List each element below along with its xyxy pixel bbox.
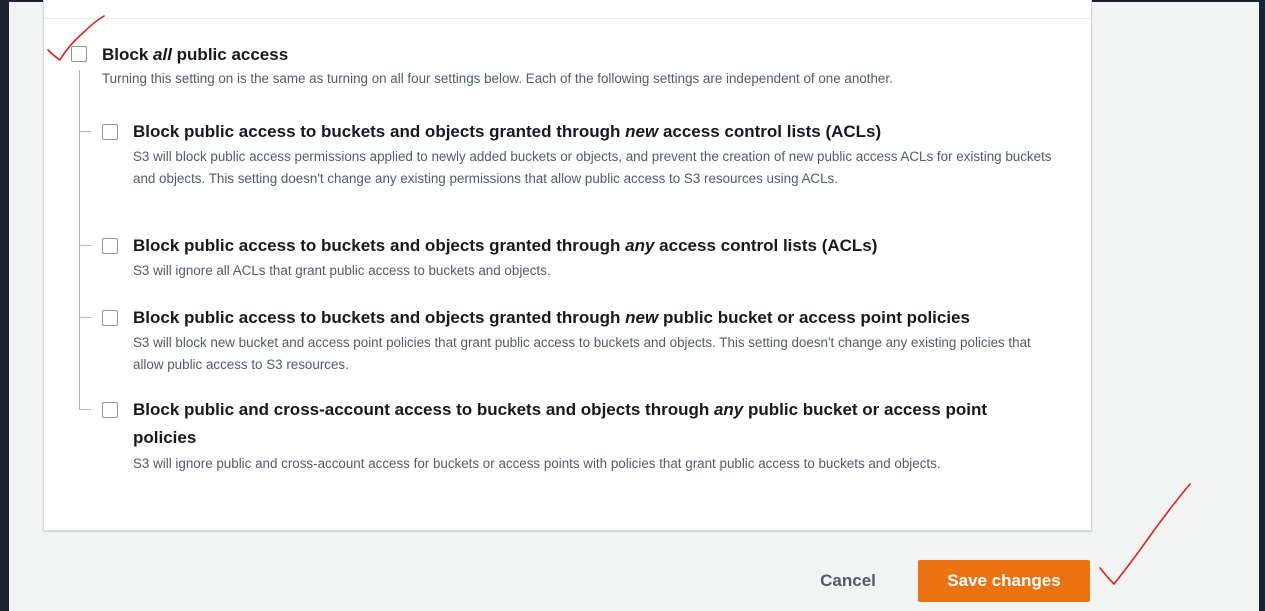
- annotation-checkmark-icon: [1099, 483, 1191, 586]
- panel-divider: [44, 18, 1091, 19]
- block-new-acls-description: S3 will block public access permissions …: [133, 149, 1052, 186]
- tree-branch: [79, 317, 91, 318]
- block-new-policies-title: Block public access to buckets and objec…: [133, 308, 970, 327]
- window-frame-right: [1259, 0, 1265, 611]
- block-new-acls-title: Block public access to buckets and objec…: [133, 122, 882, 141]
- block-all-public-access-title: Block all public access: [102, 45, 289, 64]
- block-cross-account-policies-title: Block public and cross-account access to…: [133, 400, 987, 447]
- tree-branch: [79, 245, 91, 246]
- block-any-acls-title: Block public access to buckets and objec…: [133, 236, 878, 255]
- tree-connector-line: [79, 70, 80, 410]
- tree-branch: [79, 131, 91, 132]
- block-any-acls-checkbox[interactable]: [102, 238, 118, 254]
- window-frame-left: [0, 0, 9, 611]
- annotation-checkmark-icon: [47, 15, 105, 62]
- save-changes-button[interactable]: Save changes: [918, 560, 1090, 602]
- block-new-policies-description: S3 will block new bucket and access poin…: [133, 335, 1031, 372]
- block-new-policies-checkbox[interactable]: [102, 310, 118, 326]
- cancel-button[interactable]: Cancel: [807, 561, 889, 601]
- block-cross-account-policies-checkbox[interactable]: [102, 402, 118, 418]
- tree-branch: [79, 409, 91, 410]
- block-cross-account-policies-description: S3 will ignore public and cross-account …: [133, 456, 941, 471]
- block-any-acls-description: S3 will ignore all ACLs that grant publi…: [133, 263, 551, 278]
- block-all-public-access-description: Turning this setting on is the same as t…: [102, 71, 893, 86]
- block-new-acls-checkbox[interactable]: [102, 124, 118, 140]
